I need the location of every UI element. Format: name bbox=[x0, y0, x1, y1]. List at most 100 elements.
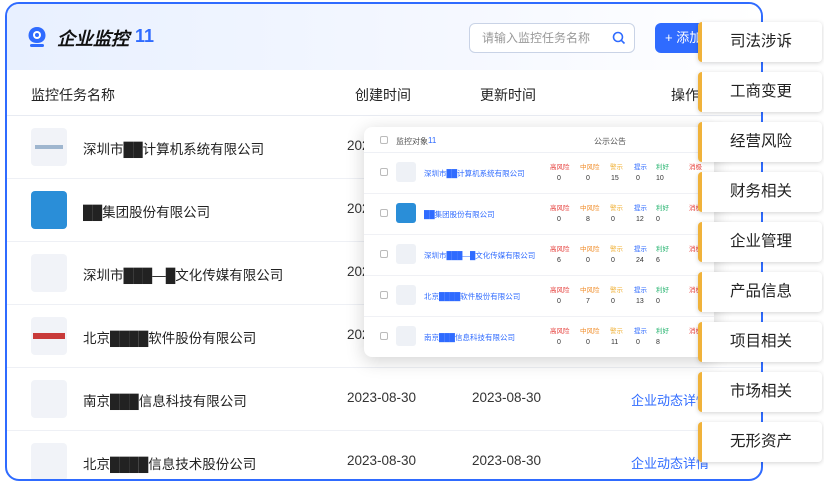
row-checkbox[interactable] bbox=[380, 209, 388, 217]
popup-row[interactable]: 南京███信息科技有限公司 高风险 中风险 警示 提示 利好 消极 0 0 11… bbox=[364, 317, 714, 357]
tag-finance[interactable]: 财务相关 bbox=[698, 172, 822, 212]
value: 0 bbox=[656, 298, 660, 305]
label-negative: 消极 bbox=[689, 164, 702, 171]
company-name: 深圳市███—█文化传媒有限公司 bbox=[83, 268, 284, 283]
label-hint: 提示 bbox=[634, 328, 647, 335]
label-mid-risk: 中风险 bbox=[580, 164, 600, 171]
tag-label: 司法涉诉 bbox=[730, 33, 793, 50]
popup-header-section: 公示公告 bbox=[594, 137, 626, 146]
tag-business-change[interactable]: 工商变更 bbox=[698, 72, 822, 112]
popup-row[interactable]: 深圳市███—█文化传媒有限公司 高风险 中风险 警示 提示 利好 消极 6 0… bbox=[364, 235, 714, 276]
value: 6 bbox=[656, 257, 660, 264]
search-input[interactable] bbox=[482, 24, 612, 52]
value: 0 bbox=[636, 175, 640, 182]
label-good: 利好 bbox=[656, 287, 669, 294]
company-logo bbox=[31, 443, 67, 479]
company-logo bbox=[396, 244, 416, 264]
tag-label: 工商变更 bbox=[730, 83, 793, 100]
popup-header-count: 11 bbox=[428, 136, 437, 145]
label-high-risk: 高风险 bbox=[550, 164, 570, 171]
value: 0 bbox=[586, 257, 590, 264]
tag-product[interactable]: 产品信息 bbox=[698, 272, 822, 312]
company-logo bbox=[31, 380, 67, 418]
label-high-risk: 高风险 bbox=[550, 287, 570, 294]
column-updated: 更新时间 bbox=[480, 87, 536, 103]
value: 15 bbox=[611, 175, 619, 182]
value: 10 bbox=[656, 175, 664, 182]
label-mid-risk: 中风险 bbox=[580, 328, 600, 335]
tag-label: 经营风险 bbox=[730, 133, 793, 150]
table-header: 监控任务名称 创建时间 更新时间 操作 bbox=[7, 70, 761, 116]
monitor-overview-popup: 监控对象 11 公示公告 深圳市██计算机系统有限公司 高风险 中风险 警示 提… bbox=[364, 127, 714, 357]
label-warning: 警示 bbox=[610, 205, 623, 212]
label-hint: 提示 bbox=[634, 287, 647, 294]
popup-company-name: 北京████软件股份有限公司 bbox=[424, 292, 521, 301]
value: 0 bbox=[611, 257, 615, 264]
tag-label: 项目相关 bbox=[730, 333, 793, 350]
company-name: ██集团股份有限公司 bbox=[83, 205, 211, 220]
label-hint: 提示 bbox=[634, 164, 647, 171]
row-checkbox[interactable] bbox=[380, 332, 388, 340]
tag-intangible-assets[interactable]: 无形资产 bbox=[698, 422, 822, 462]
popup-company-name: 南京███信息科技有限公司 bbox=[424, 333, 515, 342]
value: 7 bbox=[586, 298, 590, 305]
table-row[interactable]: 北京████信息技术股份公司 2023-08-30 2023-08-30 企业动… bbox=[7, 431, 761, 479]
value: 24 bbox=[636, 257, 644, 264]
value: 0 bbox=[611, 298, 615, 305]
popup-row[interactable]: ██集团股份有限公司 高风险 中风险 警示 提示 利好 消极 0 8 0 12 … bbox=[364, 194, 714, 235]
company-logo bbox=[396, 203, 416, 223]
value: 0 bbox=[557, 298, 561, 305]
select-all-checkbox[interactable] bbox=[380, 136, 388, 144]
column-task-name: 监控任务名称 bbox=[31, 87, 115, 103]
tag-market[interactable]: 市场相关 bbox=[698, 372, 822, 412]
value: 0 bbox=[586, 175, 590, 182]
label-warning: 警示 bbox=[610, 164, 623, 171]
tag-project[interactable]: 项目相关 bbox=[698, 322, 822, 362]
created-date: 2023-08-30 bbox=[347, 453, 417, 468]
search-icon[interactable] bbox=[612, 31, 626, 45]
tag-accent-bar bbox=[698, 122, 702, 162]
label-hint: 提示 bbox=[634, 205, 647, 212]
label-hint: 提示 bbox=[634, 246, 647, 253]
table-row[interactable]: 南京███信息科技有限公司 2023-08-30 2023-08-30 企业动态… bbox=[7, 368, 761, 431]
label-warning: 警示 bbox=[610, 246, 623, 253]
company-logo bbox=[396, 285, 416, 305]
value: 0 bbox=[557, 339, 561, 346]
label-mid-risk: 中风险 bbox=[580, 205, 600, 212]
tag-management[interactable]: 企业管理 bbox=[698, 222, 822, 262]
company-name: 南京███信息科技有限公司 bbox=[83, 394, 247, 409]
company-logo bbox=[396, 326, 416, 346]
row-checkbox[interactable] bbox=[380, 291, 388, 299]
tag-accent-bar bbox=[698, 222, 702, 262]
label-warning: 警示 bbox=[610, 287, 623, 294]
label-high-risk: 高风险 bbox=[550, 205, 570, 212]
column-action: 操作 bbox=[671, 87, 699, 103]
tag-legal[interactable]: 司法涉诉 bbox=[698, 22, 822, 62]
value: 13 bbox=[636, 298, 644, 305]
tag-operating-risk[interactable]: 经营风险 bbox=[698, 122, 822, 162]
company-name: 北京████软件股份有限公司 bbox=[83, 331, 257, 346]
label-warning: 警示 bbox=[610, 328, 623, 335]
row-checkbox[interactable] bbox=[380, 250, 388, 258]
company-name: 北京████信息技术股份公司 bbox=[83, 457, 257, 472]
popup-header-label: 监控对象 bbox=[396, 137, 428, 146]
monitor-logo-icon bbox=[28, 27, 46, 47]
updated-date: 2023-08-30 bbox=[472, 453, 542, 468]
popup-row[interactable]: 深圳市██计算机系统有限公司 高风险 中风险 警示 提示 利好 消极 0 0 1… bbox=[364, 153, 714, 194]
search-box[interactable] bbox=[469, 23, 635, 53]
tag-accent-bar bbox=[698, 22, 702, 62]
label-good: 利好 bbox=[656, 328, 669, 335]
tag-accent-bar bbox=[698, 72, 702, 112]
popup-company-name: 深圳市██计算机系统有限公司 bbox=[424, 169, 525, 178]
value: 6 bbox=[557, 257, 561, 264]
value: 11 bbox=[611, 339, 619, 346]
value: 0 bbox=[557, 175, 561, 182]
tag-label: 财务相关 bbox=[730, 183, 793, 200]
value: 0 bbox=[636, 339, 640, 346]
value: 8 bbox=[656, 339, 660, 346]
page-title: 企业监控 bbox=[57, 29, 129, 49]
row-checkbox[interactable] bbox=[380, 168, 388, 176]
task-count: 11 bbox=[135, 26, 155, 46]
company-logo bbox=[31, 254, 67, 292]
popup-row[interactable]: 北京████软件股份有限公司 高风险 中风险 警示 提示 利好 消极 0 7 0… bbox=[364, 276, 714, 317]
